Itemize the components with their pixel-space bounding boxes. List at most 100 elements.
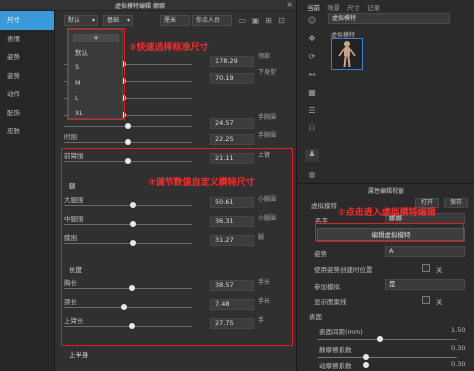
simulate-select[interactable]: 是: [385, 279, 465, 290]
use-pose-checkbox[interactable]: [422, 264, 430, 272]
basic-select[interactable]: 基础 ▾: [103, 15, 133, 26]
dropdown-item-xl[interactable]: XL: [75, 109, 83, 117]
measure-value[interactable]: 27.75: [210, 318, 254, 329]
simulate-value: 是: [389, 280, 396, 288]
person-active-icon[interactable]: ♟: [305, 149, 319, 162]
add-preset-button[interactable]: +: [73, 34, 119, 42]
slider-knob[interactable]: [130, 240, 137, 246]
nav-item-expression[interactable]: 表情: [0, 30, 54, 49]
slider-knob[interactable]: [125, 139, 131, 145]
basic-select-value: 基础: [107, 17, 120, 24]
measure-value[interactable]: 38.57: [210, 280, 254, 291]
dropdown-item-s[interactable]: S: [75, 63, 79, 71]
measure-label: 胸长: [64, 279, 77, 287]
measure-value[interactable]: 70.19: [210, 73, 254, 84]
surface-section-label: 表面: [309, 313, 322, 321]
export-icon[interactable]: ⊞: [263, 15, 274, 26]
save-button[interactable]: 保存: [444, 198, 468, 208]
tab-current[interactable]: 当前: [307, 2, 320, 12]
category-nav: 尺寸 表情 姿势 姿势 动作 配饰 皮肤: [0, 11, 55, 371]
rotate-icon[interactable]: ⟳: [305, 52, 319, 65]
tab-record[interactable]: 记录: [367, 2, 380, 12]
friction-label: 静摩擦系数: [319, 346, 352, 354]
slider-knob[interactable]: [125, 158, 131, 164]
annotation-edit: ①点击进入虚拟模特编辑: [338, 208, 436, 218]
simulate-label: 参加模拟: [314, 283, 340, 291]
measure-label: 前臂围: [64, 152, 84, 160]
show-mesh-state: 关: [436, 298, 443, 306]
nav-item-pose-2[interactable]: 姿势: [0, 67, 54, 86]
show-mesh-checkbox[interactable]: [422, 296, 430, 304]
measure-label: 颈长: [64, 298, 77, 306]
unit-select-value: 厘米: [164, 17, 177, 24]
dropdown-item-l[interactable]: L: [75, 94, 79, 102]
surface-thickness-knob[interactable]: [377, 336, 383, 342]
slider-knob[interactable]: [128, 323, 135, 329]
slider-track[interactable]: [64, 205, 192, 206]
nav-item-size[interactable]: 尺寸: [0, 11, 54, 30]
slider-track[interactable]: [64, 243, 192, 244]
edit-avatar-button[interactable]: 编辑虚拟模特: [317, 228, 465, 242]
search-input[interactable]: 你点人台: [192, 15, 232, 26]
slider-track[interactable]: [64, 288, 192, 289]
slider-knob[interactable]: [125, 123, 131, 129]
slider-knob[interactable]: [128, 285, 135, 291]
close-icon[interactable]: ×: [286, 0, 293, 9]
preset-select-value: 默认: [68, 17, 81, 24]
grid-icon[interactable]: ▦: [305, 88, 319, 101]
preset-select[interactable]: 默认 ▾: [64, 15, 98, 26]
save-icon[interactable]: ▣: [250, 15, 261, 26]
right-col-label: 手长: [258, 279, 271, 286]
nav-item-accessory[interactable]: 配饰: [0, 104, 54, 123]
nav-item-skin[interactable]: 皮肤: [0, 122, 54, 141]
measure-value[interactable]: 36.31: [210, 216, 254, 227]
folder-icon[interactable]: ▭: [237, 15, 248, 26]
unit-select[interactable]: 厘米: [160, 15, 190, 26]
measure-value[interactable]: 50.61: [210, 197, 254, 208]
tab-scene[interactable]: 场景: [327, 2, 340, 12]
measure-value[interactable]: 21.11: [210, 153, 254, 164]
dyn-friction-knob[interactable]: [363, 362, 369, 368]
right-col-label: 小腿围: [258, 215, 277, 222]
slider-track[interactable]: [64, 326, 192, 327]
measure-label: 大腿围: [64, 196, 84, 204]
friction-track[interactable]: [317, 357, 457, 358]
dropdown-item-m[interactable]: M: [75, 79, 81, 87]
pose-select[interactable]: A: [385, 246, 465, 257]
right-col-label: 手腕围: [258, 114, 277, 121]
slider-track[interactable]: [64, 224, 192, 225]
library-search[interactable]: 虚拟模特: [328, 13, 450, 24]
measure-value[interactable]: 22.25: [210, 134, 254, 145]
pose-value: A: [389, 247, 394, 255]
avatar-thumbnail[interactable]: [331, 38, 363, 70]
dyn-friction-value: 0.30: [451, 360, 466, 368]
dialog-title: 虚拟模特编辑 娜娜: [115, 3, 165, 10]
right-col-label: 下身型: [258, 69, 277, 76]
measure-value[interactable]: 178.29: [210, 56, 254, 67]
move-icon[interactable]: ✥: [305, 34, 319, 47]
slider-track[interactable]: [64, 307, 192, 308]
measure-label: 上臂长: [64, 317, 84, 325]
list-icon[interactable]: ☰: [305, 106, 319, 119]
pose-label: 姿势: [314, 250, 327, 258]
person-icon[interactable]: ☺: [305, 16, 319, 29]
people-icon[interactable]: ⚇: [305, 124, 319, 137]
slider-knob[interactable]: [130, 202, 137, 208]
measure-value[interactable]: 24.57: [210, 118, 254, 129]
library-search-value: 虚拟模特: [332, 15, 357, 22]
slider-knob[interactable]: [121, 304, 128, 310]
surface-thickness-track[interactable]: [317, 339, 457, 340]
arrow-icon[interactable]: ↤: [305, 70, 319, 83]
more-icon[interactable]: ⊡: [276, 15, 287, 26]
measure-value[interactable]: 31.27: [210, 235, 254, 246]
measure-value[interactable]: 7.48: [210, 299, 254, 310]
friction-knob[interactable]: [363, 354, 369, 360]
dropdown-item-default[interactable]: 默认: [75, 47, 88, 57]
size-toolbar: 默认 ▾ 基础 ▾ 厘米 你点人台 ▭ ▣ ⊞ ⊡: [64, 13, 292, 28]
slider-knob[interactable]: [130, 221, 137, 227]
tab-size[interactable]: 尺寸: [347, 2, 360, 12]
nav-item-motion[interactable]: 动作: [0, 85, 54, 104]
chevron-down-icon: ▾: [91, 17, 95, 24]
globe-icon[interactable]: ◍: [305, 170, 319, 183]
nav-item-pose-1[interactable]: 姿势: [0, 48, 54, 67]
